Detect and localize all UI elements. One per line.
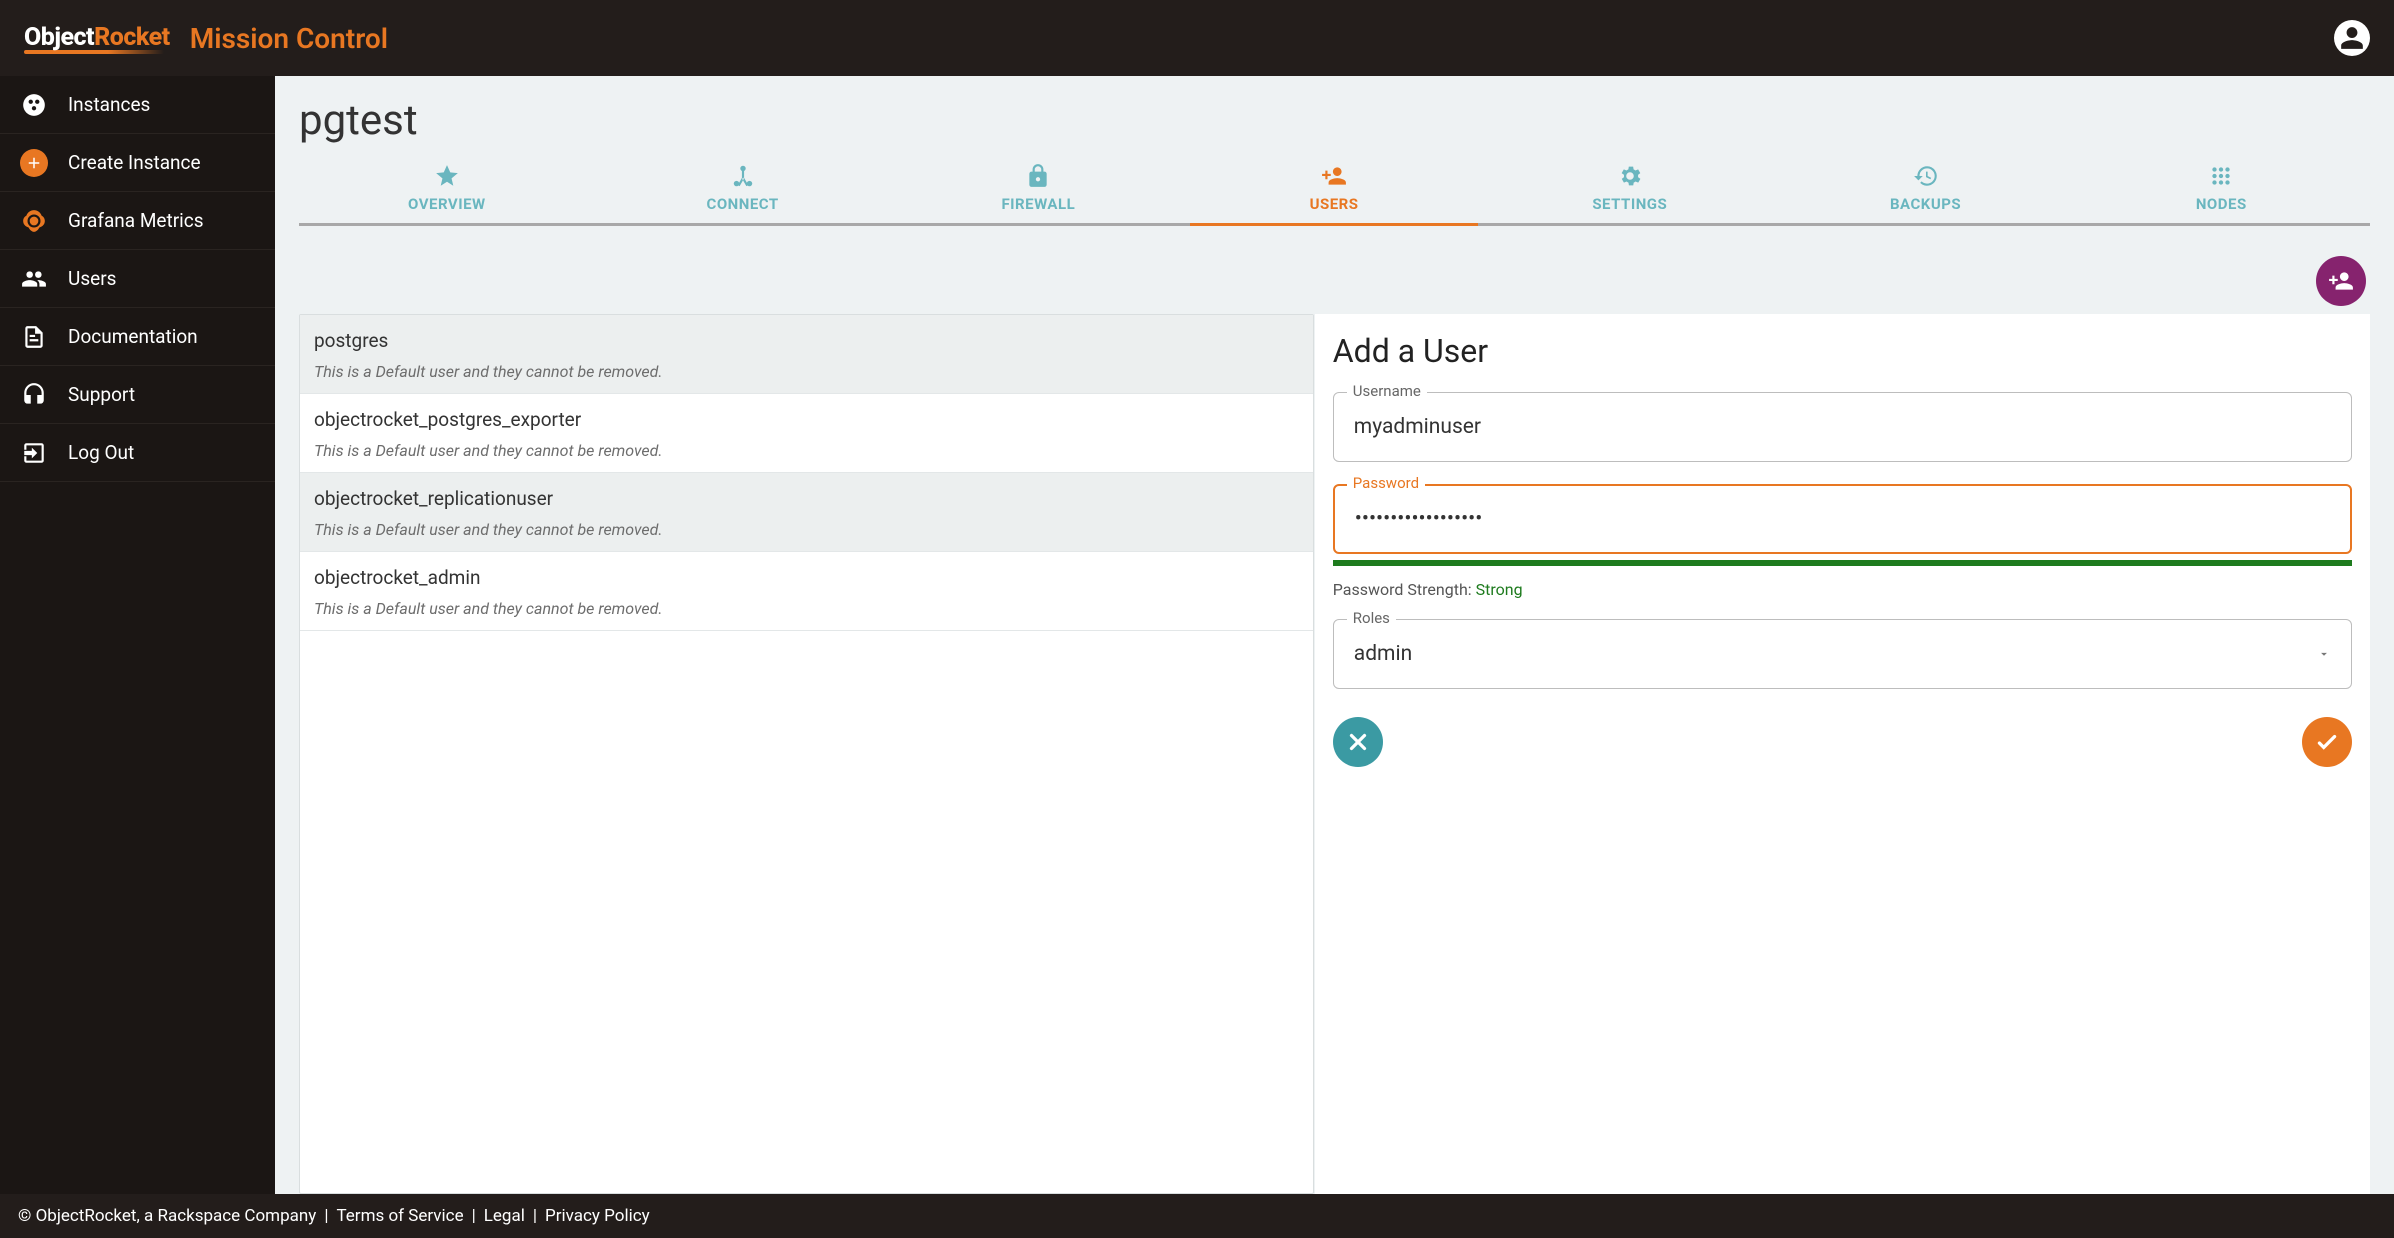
add-user-icon: [1321, 163, 1347, 189]
users-list: postgres This is a Default user and they…: [299, 314, 1314, 1194]
logo-prefix: Object: [24, 23, 94, 52]
tab-label: FIREWALL: [1001, 195, 1075, 213]
footer-copyright: © ObjectRocket, a Rackspace Company: [18, 1206, 316, 1226]
sidebar-item-instances[interactable]: Instances: [0, 76, 275, 134]
sidebar-item-label: Grafana Metrics: [68, 209, 204, 232]
footer-separator: |: [472, 1206, 476, 1226]
tab-settings[interactable]: SETTINGS: [1482, 155, 1778, 223]
username-input[interactable]: [1333, 392, 2352, 462]
tab-label: SETTINGS: [1592, 195, 1667, 213]
check-icon: [2314, 729, 2340, 755]
users-icon: [20, 265, 48, 293]
sidebar-item-label: Users: [68, 267, 116, 290]
form-title: Add a User: [1333, 332, 2352, 370]
document-icon: [20, 323, 48, 351]
footer-separator: |: [324, 1206, 328, 1226]
user-row[interactable]: objectrocket_admin This is a Default use…: [300, 552, 1313, 631]
sidebar-item-label: Create Instance: [68, 151, 201, 174]
tab-overview[interactable]: OVERVIEW: [299, 155, 595, 223]
user-note: This is a Default user and they cannot b…: [314, 362, 1299, 381]
tab-label: OVERVIEW: [408, 195, 486, 213]
sidebar: Instances Create Instance Grafana Metric…: [0, 76, 275, 1194]
user-note: This is a Default user and they cannot b…: [314, 520, 1299, 539]
sidebar-item-label: Log Out: [68, 441, 134, 464]
add-user-icon: [2328, 268, 2354, 294]
roles-select[interactable]: admin: [1333, 619, 2352, 689]
footer-link-privacy[interactable]: Privacy Policy: [545, 1206, 650, 1226]
header: ObjectRocket Mission Control: [0, 0, 2394, 76]
username-label: Username: [1347, 382, 1427, 400]
footer-link-tos[interactable]: Terms of Service: [336, 1206, 463, 1226]
page-title: pgtest: [299, 96, 2370, 145]
logout-icon: [20, 439, 48, 467]
user-name: postgres: [314, 329, 1299, 352]
cancel-button[interactable]: [1333, 717, 1383, 767]
roles-value: admin: [1354, 642, 1412, 666]
password-strength-text: Password Strength: Strong: [1333, 580, 2352, 599]
tabs: OVERVIEW CONNECT FIREWALL USERS: [299, 155, 2370, 226]
close-icon: [1345, 729, 1371, 755]
username-field-wrapper: Username: [1333, 392, 2352, 462]
tab-backups[interactable]: BACKUPS: [1778, 155, 2074, 223]
user-name: objectrocket_postgres_exporter: [314, 408, 1299, 431]
user-row[interactable]: objectrocket_replicationuser This is a D…: [300, 473, 1313, 552]
tab-users[interactable]: USERS: [1186, 155, 1482, 223]
add-user-button[interactable]: [2316, 256, 2366, 306]
sidebar-item-label: Instances: [68, 93, 150, 116]
tab-firewall[interactable]: FIREWALL: [890, 155, 1186, 223]
user-note: This is a Default user and they cannot b…: [314, 599, 1299, 618]
logo[interactable]: ObjectRocket: [24, 23, 170, 54]
password-input[interactable]: [1333, 484, 2352, 554]
grain-icon: [2208, 163, 2234, 189]
hub-icon: [730, 163, 756, 189]
sidebar-item-create-instance[interactable]: Create Instance: [0, 134, 275, 192]
user-note: This is a Default user and they cannot b…: [314, 441, 1299, 460]
roles-field-wrapper: Roles admin: [1333, 619, 2352, 689]
restore-icon: [1913, 163, 1939, 189]
app-name: Mission Control: [190, 22, 388, 55]
strength-value: Strong: [1476, 580, 1523, 599]
tab-connect[interactable]: CONNECT: [595, 155, 891, 223]
footer-separator: |: [533, 1206, 537, 1226]
main: pgtest OVERVIEW CONNECT FIREWALL: [275, 76, 2394, 1194]
user-name: objectrocket_admin: [314, 566, 1299, 589]
header-left: ObjectRocket Mission Control: [24, 22, 388, 55]
plus-icon: [20, 149, 48, 177]
password-strength-bar: [1333, 560, 2352, 566]
gear-icon: [1617, 163, 1643, 189]
instances-icon: [20, 91, 48, 119]
sidebar-item-grafana[interactable]: Grafana Metrics: [0, 192, 275, 250]
grafana-icon: [20, 207, 48, 235]
password-field-wrapper: Password: [1333, 484, 2352, 554]
sidebar-item-label: Support: [68, 383, 135, 406]
tab-label: BACKUPS: [1890, 195, 1961, 213]
confirm-button[interactable]: [2302, 717, 2352, 767]
sidebar-item-users[interactable]: Users: [0, 250, 275, 308]
chevron-down-icon: [2317, 647, 2331, 661]
user-row[interactable]: postgres This is a Default user and they…: [300, 315, 1313, 394]
sidebar-item-documentation[interactable]: Documentation: [0, 308, 275, 366]
strength-label: Password Strength:: [1333, 580, 1476, 599]
roles-label: Roles: [1347, 609, 1396, 627]
sidebar-item-label: Documentation: [68, 325, 198, 348]
tab-label: CONNECT: [707, 195, 779, 213]
sidebar-item-logout[interactable]: Log Out: [0, 424, 275, 482]
headset-icon: [20, 381, 48, 409]
tab-nodes[interactable]: NODES: [2073, 155, 2369, 223]
logo-suffix: Rocket: [94, 23, 170, 52]
sidebar-item-support[interactable]: Support: [0, 366, 275, 424]
account-avatar[interactable]: [2334, 20, 2370, 56]
footer: © ObjectRocket, a Rackspace Company | Te…: [0, 1194, 2394, 1238]
add-user-form: Add a User Username Password Password St…: [1315, 314, 2370, 1194]
footer-link-legal[interactable]: Legal: [484, 1206, 525, 1226]
user-name: objectrocket_replicationuser: [314, 487, 1299, 510]
user-icon: [2339, 25, 2365, 51]
tab-label: NODES: [2196, 195, 2247, 213]
user-row[interactable]: objectrocket_postgres_exporter This is a…: [300, 394, 1313, 473]
password-label: Password: [1347, 474, 1425, 492]
star-icon: [434, 163, 460, 189]
tab-label: USERS: [1310, 195, 1359, 213]
lock-icon: [1025, 163, 1051, 189]
